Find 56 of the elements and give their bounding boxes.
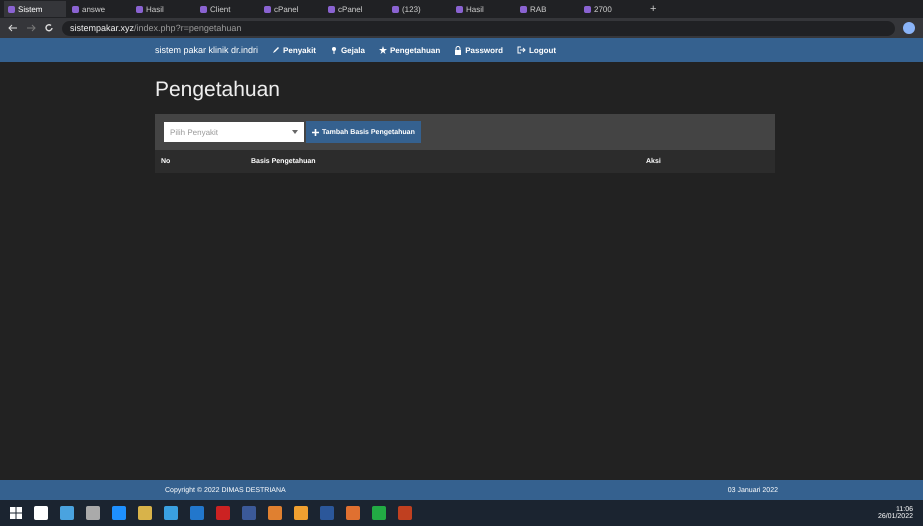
browser-tab[interactable]: Client [196,1,258,17]
browser-tab[interactable]: answe [68,1,130,17]
pin-icon [330,46,338,54]
browser-tab[interactable]: cPanel [260,1,322,17]
star-icon [378,46,387,54]
forward-icon[interactable] [26,23,36,33]
taskbar-app-icon[interactable] [86,506,100,520]
taskbar-app-icon[interactable] [216,506,230,520]
page-title: Pengetahuan [155,78,281,102]
browser-tab[interactable]: cPanel [324,1,386,17]
taskbar-app-icon[interactable] [190,506,204,520]
nav-link[interactable]: Logout [517,46,556,54]
taskbar-app-icon[interactable] [34,506,48,520]
nav-link[interactable]: Pengetahuan [378,46,440,54]
taskbar-app-icon[interactable] [138,506,152,520]
taskbar-app-icon[interactable] [294,506,308,520]
back-icon[interactable] [8,23,18,33]
favicon-icon [8,6,15,12]
nav-link[interactable]: Gejala [330,46,365,54]
favicon-icon [72,6,79,12]
browser-tab[interactable]: 2700 [580,1,642,17]
favicon-icon [136,6,143,12]
lock-icon [454,46,462,54]
favicon-icon [392,6,399,12]
taskbar-app-icon[interactable] [268,506,282,520]
favicon-icon [520,6,527,12]
favicon-icon [328,6,335,12]
plus-icon [312,128,319,136]
new-tab-button[interactable]: + [644,3,662,15]
logout-icon [517,46,526,54]
site-brand[interactable]: sistem pakar klinik dr.indri [155,45,258,55]
taskbar-app-icon[interactable] [164,506,178,520]
browser-tab[interactable]: Sistem [4,1,66,17]
taskbar-app-icon[interactable] [346,506,360,520]
browser-tab[interactable]: (123) [388,1,450,17]
taskbar-app-icon[interactable] [398,506,412,520]
pencil-icon [272,46,280,54]
address-bar[interactable]: sistempakar.xyz/index.php?r=pengetahuan [62,20,895,36]
favicon-icon [456,6,463,12]
reload-icon[interactable] [44,23,54,33]
profile-icon[interactable] [903,22,915,34]
taskbar-app-icon[interactable] [242,506,256,520]
browser-tab[interactable]: Hasil [452,1,514,17]
favicon-icon [200,6,207,12]
favicon-icon [584,6,591,12]
nav-link[interactable]: Penyakit [272,46,316,54]
browser-tab[interactable]: RAB [516,1,578,17]
taskbar-app-icon[interactable] [372,506,386,520]
taskbar-app-icon[interactable] [60,506,74,520]
taskbar-app-icon[interactable] [320,506,334,520]
nav-link[interactable]: Password [454,46,503,54]
taskbar-app-icon[interactable] [112,506,126,520]
favicon-icon [264,6,271,12]
caret-icon [292,130,298,134]
start-icon[interactable] [10,507,22,519]
browser-tab[interactable]: Hasil [132,1,194,17]
